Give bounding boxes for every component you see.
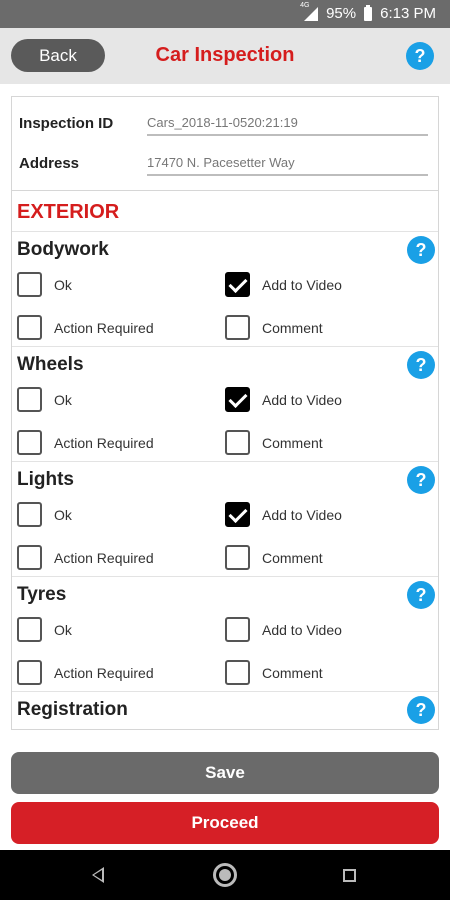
checkbox[interactable] xyxy=(225,430,250,455)
inspection-info: Inspection ID Cars_2018-11-0520:21:19 Ad… xyxy=(12,97,438,191)
option-label: Comment xyxy=(262,434,323,451)
section-title: Bodywork xyxy=(17,239,109,260)
checkbox[interactable] xyxy=(225,272,250,297)
option-label: Ok xyxy=(54,621,72,638)
checkbox[interactable] xyxy=(17,430,42,455)
option-label: Ok xyxy=(54,391,72,408)
address-label: Address xyxy=(19,155,80,172)
checkbox[interactable] xyxy=(17,617,42,642)
battery-percent: 95% xyxy=(326,5,357,22)
option-comment[interactable]: Comment xyxy=(225,545,323,570)
option-label: Add to Video xyxy=(262,391,342,408)
inspection-id-label: Inspection ID xyxy=(19,115,114,132)
option-label: Action Required xyxy=(54,434,154,451)
checkbox[interactable] xyxy=(17,272,42,297)
help-icon[interactable]: ? xyxy=(406,42,434,70)
section-tyres: Tyres? Ok Add to Video Action Required Comme… xyxy=(12,576,438,691)
checkbox[interactable] xyxy=(17,545,42,570)
checkbox[interactable] xyxy=(17,660,42,685)
option-action-required[interactable]: Action Required xyxy=(17,315,154,340)
option-ok[interactable]: Ok xyxy=(17,387,72,412)
status-bar: 4G 95% 6:13 PM xyxy=(0,0,450,28)
exterior-heading: EXTERIOR xyxy=(17,201,120,223)
option-label: Add to Video xyxy=(262,276,342,293)
option-label: Add to Video xyxy=(262,506,342,523)
help-icon[interactable]: ? xyxy=(407,466,435,494)
save-button[interactable]: Save xyxy=(11,752,439,794)
checkbox[interactable] xyxy=(17,502,42,527)
option-action-required[interactable]: Action Required xyxy=(17,660,154,685)
option-label: Action Required xyxy=(54,549,154,566)
proceed-button[interactable]: Proceed xyxy=(11,802,439,844)
help-icon[interactable]: ? xyxy=(407,696,435,724)
checkbox[interactable] xyxy=(225,617,250,642)
battery-icon xyxy=(364,4,373,21)
help-icon[interactable]: ? xyxy=(407,351,435,379)
option-ok[interactable]: Ok xyxy=(17,272,72,297)
nav-recents-icon[interactable] xyxy=(343,869,356,882)
option-comment[interactable]: Comment xyxy=(225,430,323,455)
checkbox[interactable] xyxy=(225,545,250,570)
option-label: Ok xyxy=(54,276,72,293)
section-wheels: Wheels? Ok Add to Video Action Required Comm… xyxy=(12,346,438,461)
checkbox[interactable] xyxy=(225,387,250,412)
option-add-to-video[interactable]: Add to Video xyxy=(225,617,342,642)
section-title: Tyres xyxy=(17,584,67,605)
option-ok[interactable]: Ok xyxy=(17,502,72,527)
address-field[interactable]: 17470 N. Pacesetter Way xyxy=(147,155,428,176)
checkbox[interactable] xyxy=(225,315,250,340)
option-action-required[interactable]: Action Required xyxy=(17,430,154,455)
nav-back-icon[interactable] xyxy=(92,867,104,883)
help-icon[interactable]: ? xyxy=(407,581,435,609)
option-label: Ok xyxy=(54,506,72,523)
section-registration: Registration? xyxy=(12,691,438,729)
android-nav-bar xyxy=(0,850,450,900)
app-header: Back Car Inspection ? xyxy=(0,28,450,84)
option-comment[interactable]: Comment xyxy=(225,660,323,685)
option-comment[interactable]: Comment xyxy=(225,315,323,340)
nav-home-icon[interactable] xyxy=(213,863,237,887)
help-icon[interactable]: ? xyxy=(407,236,435,264)
section-title: Registration xyxy=(17,699,128,720)
checkbox[interactable] xyxy=(225,660,250,685)
section-title: Lights xyxy=(17,469,74,490)
inspection-form[interactable]: Inspection ID Cars_2018-11-0520:21:19 Ad… xyxy=(11,96,439,730)
signal-icon: 4G xyxy=(300,2,319,21)
option-ok[interactable]: Ok xyxy=(17,617,72,642)
option-label: Comment xyxy=(262,549,323,566)
section-bodywork: Bodywork? Ok Add to Video Action Required Co… xyxy=(12,231,438,346)
option-label: Action Required xyxy=(54,319,154,336)
network-type: 4G xyxy=(300,1,310,9)
page-title: Car Inspection xyxy=(155,44,295,66)
option-label: Add to Video xyxy=(262,621,342,638)
clock: 6:13 PM xyxy=(380,5,436,22)
option-label: Comment xyxy=(262,664,323,681)
option-add-to-video[interactable]: Add to Video xyxy=(225,502,342,527)
checkbox[interactable] xyxy=(225,502,250,527)
option-label: Comment xyxy=(262,319,323,336)
option-label: Action Required xyxy=(54,664,154,681)
option-add-to-video[interactable]: Add to Video xyxy=(225,387,342,412)
checkbox[interactable] xyxy=(17,315,42,340)
checkbox[interactable] xyxy=(17,387,42,412)
section-title: Wheels xyxy=(17,354,84,375)
inspection-id-row: Inspection ID Cars_2018-11-0520:21:19 xyxy=(12,97,438,137)
inspection-id-field[interactable]: Cars_2018-11-0520:21:19 xyxy=(147,115,428,136)
address-row: Address 17470 N. Pacesetter Way xyxy=(12,137,438,177)
option-add-to-video[interactable]: Add to Video xyxy=(225,272,342,297)
section-lights: Lights? Ok Add to Video Action Required Comm… xyxy=(12,461,438,576)
option-action-required[interactable]: Action Required xyxy=(17,545,154,570)
